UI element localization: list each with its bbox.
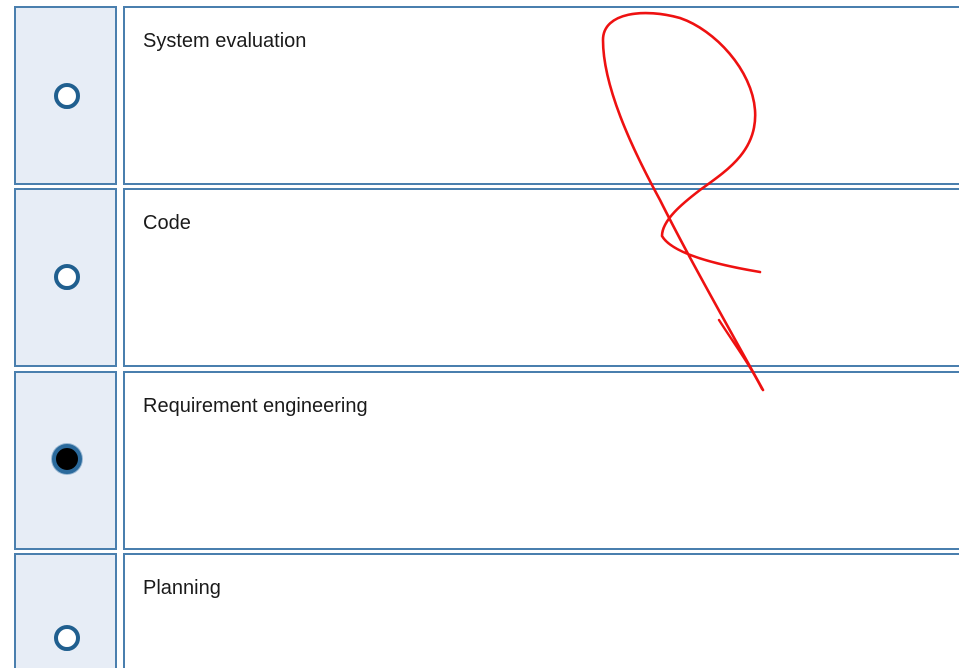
option-row-requirement-engineering[interactable]: Requirement engineering (14, 371, 959, 550)
radio-button-selected-icon[interactable] (52, 444, 82, 474)
radio-button-unselected-icon[interactable] (54, 83, 80, 109)
option-label: System evaluation (143, 30, 307, 52)
answer-options-panel: System evaluation Code Requirement engin… (0, 0, 959, 668)
option-label: Planning (143, 577, 221, 599)
radio-cell[interactable] (14, 553, 117, 668)
radio-cell[interactable] (14, 371, 117, 550)
option-text-cell[interactable]: Code (123, 188, 959, 367)
option-row-code[interactable]: Code (14, 188, 959, 367)
radio-cell[interactable] (14, 188, 117, 367)
radio-cell[interactable] (14, 6, 117, 185)
option-row-system-evaluation[interactable]: System evaluation (14, 6, 959, 185)
option-text-cell[interactable]: Planning (123, 553, 959, 668)
radio-button-unselected-icon[interactable] (54, 264, 80, 290)
option-text-cell[interactable]: System evaluation (123, 6, 959, 185)
option-label: Requirement engineering (143, 395, 368, 417)
radio-button-unselected-icon[interactable] (54, 625, 80, 651)
option-label: Code (143, 212, 191, 234)
option-text-cell[interactable]: Requirement engineering (123, 371, 959, 550)
option-row-planning[interactable]: Planning (14, 553, 959, 668)
